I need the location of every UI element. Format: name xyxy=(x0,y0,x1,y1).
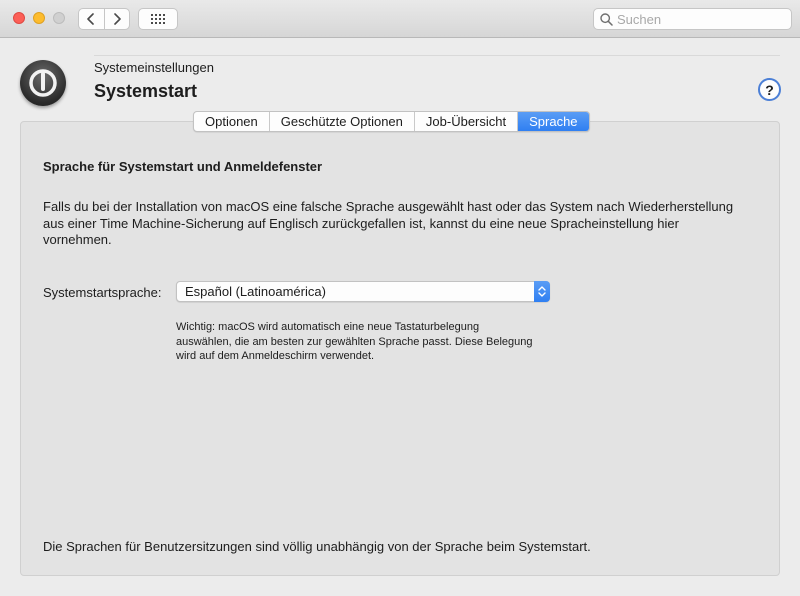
tab-bar: Optionen Geschützte Optionen Job-Übersic… xyxy=(193,111,590,132)
tab-sprache[interactable]: Sprache xyxy=(517,112,589,131)
page-title: Systemstart xyxy=(94,81,198,101)
zoom-window-button xyxy=(53,12,65,24)
show-all-button[interactable] xyxy=(138,8,178,30)
footer-note: Die Sprachen für Benutzersitzungen sind … xyxy=(43,539,591,554)
chevron-right-icon xyxy=(113,13,121,25)
keyboard-note: Wichtig: macOS wird automatisch eine neu… xyxy=(176,321,533,362)
tab-job-uebersicht[interactable]: Job-Übersicht xyxy=(413,112,517,131)
minimize-window-button[interactable] xyxy=(33,12,45,24)
tab-optionen[interactable]: Optionen xyxy=(194,112,269,131)
grid-icon xyxy=(151,14,165,24)
search-input[interactable] xyxy=(617,11,787,27)
search-field[interactable] xyxy=(593,8,792,30)
navigation-buttons xyxy=(78,8,130,30)
startup-language-label: Systemstartsprache: xyxy=(43,285,162,300)
breadcrumb: Systemeinstellungen xyxy=(94,60,214,75)
up-down-arrows-icon xyxy=(534,281,550,302)
back-button[interactable] xyxy=(79,9,104,29)
chevron-left-icon xyxy=(87,13,95,25)
search-icon xyxy=(600,12,613,26)
section-title: Sprache für Systemstart und Anmeldefenst… xyxy=(43,159,323,174)
help-button[interactable]: ? xyxy=(758,78,781,101)
toolbar xyxy=(0,0,800,38)
startup-disk-pane-icon xyxy=(20,60,66,106)
forward-button[interactable] xyxy=(103,9,130,29)
description-text: Falls du bei der Installation von macOS … xyxy=(43,199,734,247)
startup-language-select[interactable]: Español (Latinoamérica) xyxy=(176,281,550,302)
header-divider xyxy=(94,55,780,56)
tab-geschuetzte-optionen[interactable]: Geschützte Optionen xyxy=(268,112,414,131)
close-window-button[interactable] xyxy=(13,12,25,24)
power-icon xyxy=(29,69,57,97)
startup-language-value: Español (Latinoamérica) xyxy=(185,284,326,299)
